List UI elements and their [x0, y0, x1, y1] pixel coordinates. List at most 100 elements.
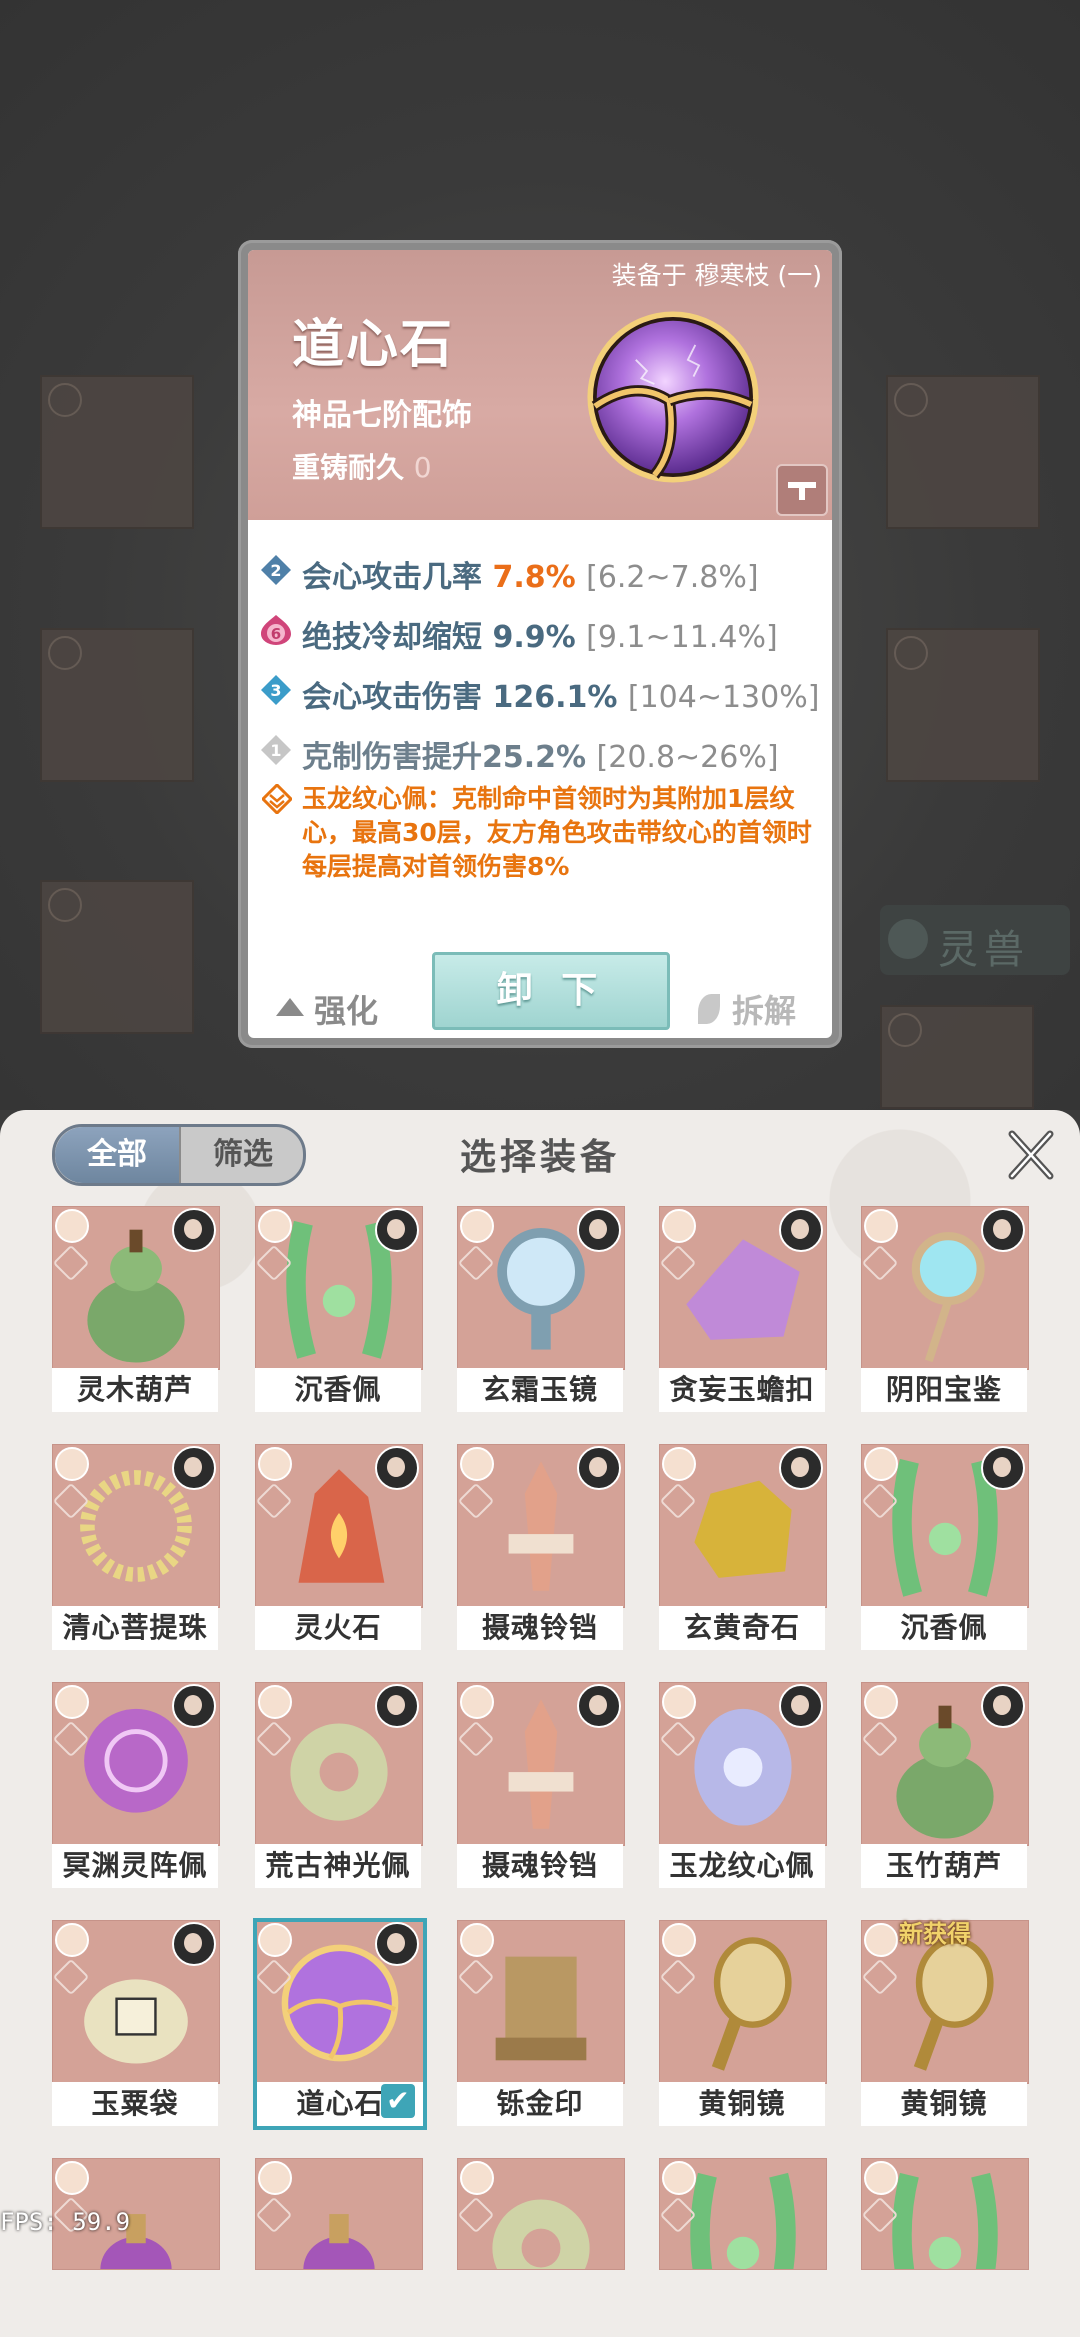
- owner-avatar: [172, 1922, 216, 1966]
- element-icon: [662, 2161, 696, 2195]
- stat-label: 会心攻击伤害: [302, 680, 482, 715]
- equipment-item[interactable]: 清心菩提珠: [52, 1444, 220, 1654]
- element-icon: [460, 1447, 494, 1481]
- lock-button[interactable]: [776, 464, 828, 516]
- spirit-beast-tab[interactable]: 灵兽: [880, 905, 1070, 975]
- equipment-item[interactable]: 冥渊灵阵佩: [52, 1682, 220, 1892]
- equip-slot-beast[interactable]: [880, 1005, 1034, 1109]
- equipment-item[interactable]: [255, 2158, 423, 2270]
- equipment-item-name: 玄霜玉镜: [457, 1368, 623, 1412]
- equipment-item-name: 灵木葫芦: [52, 1368, 218, 1412]
- equipment-item[interactable]: 玄霜玉镜: [457, 1206, 625, 1416]
- element-icon: [460, 1209, 494, 1243]
- element-icon: [662, 1447, 696, 1481]
- upgrade-button[interactable]: 强化: [276, 986, 378, 1032]
- salvage-button[interactable]: 拆解: [698, 986, 796, 1032]
- stat-range: [9.1~11.4%]: [586, 620, 778, 655]
- owner-avatar: [779, 1446, 823, 1490]
- equip-slot-weapon[interactable]: [40, 375, 194, 529]
- stat-value: 25.2%: [482, 740, 587, 775]
- equipment-item-name: 玄黄奇石: [659, 1606, 825, 1650]
- arrow-up-icon: [276, 998, 304, 1016]
- salvage-icon: [698, 994, 720, 1024]
- owner-avatar: [375, 1446, 419, 1490]
- element-icon: [55, 1685, 89, 1719]
- new-acquired-tag: 新获得: [899, 1920, 971, 1948]
- element-icon: [258, 1209, 292, 1243]
- unequip-button[interactable]: 卸 下: [432, 952, 670, 1030]
- equipment-item[interactable]: 玉粟袋: [52, 1920, 220, 2130]
- equipment-item-name: 贪妄玉蟾扣: [659, 1368, 825, 1412]
- beast-tab-label: 灵兽: [938, 927, 1030, 973]
- equipment-item[interactable]: 玉龙纹心佩: [659, 1682, 827, 1892]
- owner-avatar: [577, 1208, 621, 1252]
- stat-rank-badge-icon: 6: [261, 615, 291, 645]
- element-icon: [864, 1923, 898, 1957]
- equipment-item[interactable]: 贪妄玉蟾扣: [659, 1206, 827, 1416]
- stat-range: [6.2~7.8%]: [586, 560, 759, 595]
- equip-slot-armor[interactable]: [40, 628, 194, 782]
- set-bonus-text: 玉龙纹心佩：克制命中首领时为其附加1层纹心，最高30层，友方角色攻击带纹心的首领…: [302, 784, 812, 881]
- equip-slot-accessory-left[interactable]: [40, 880, 194, 1034]
- equipment-item[interactable]: 沉香佩: [861, 1444, 1029, 1654]
- stats-list: 2 会心攻击几率 7.8% [6.2~7.8%] 6 绝技冷却缩短 9.9% [: [260, 540, 830, 780]
- equipment-item-name: 清心菩提珠: [52, 1606, 218, 1650]
- equipment-item[interactable]: 玉竹葫芦: [861, 1682, 1029, 1892]
- element-icon: [55, 1447, 89, 1481]
- owner-avatar: [981, 1208, 1025, 1252]
- equipment-item[interactable]: 道心石 ✔: [253, 1918, 427, 2130]
- equipment-item-name: 冥渊灵阵佩: [52, 1844, 218, 1888]
- equipment-item-name: 黄铜镜: [861, 2082, 1027, 2126]
- stat-value: 9.9%: [492, 620, 576, 655]
- equip-slot-accessory[interactable]: [886, 375, 1040, 529]
- beast-icon: [888, 919, 928, 959]
- owner-avatar: [981, 1684, 1025, 1728]
- equipment-item[interactable]: [659, 2158, 827, 2270]
- svg-text:1: 1: [270, 741, 281, 760]
- element-icon: [864, 1685, 898, 1719]
- equipment-item-name: 荒古神光佩: [255, 1844, 421, 1888]
- stat-value: 126.1%: [492, 680, 618, 715]
- equipment-item[interactable]: [861, 2158, 1029, 2270]
- equipment-select-panel: 全部 筛选 选择装备 灵木葫芦 沉香佩 玄霜玉镜 贪妄玉蟾扣 阴阳宝鉴 清心菩提珠 灵火石摄…: [0, 1110, 1080, 2337]
- stat-value: 7.8%: [492, 560, 576, 595]
- equipment-item-name: 黄铜镜: [659, 2082, 825, 2126]
- item-detail-header: 装备于 穆寒枝 (一) 道心石 神品七阶配饰 重铸耐久 0: [248, 250, 832, 520]
- equipment-item-name: 玉粟袋: [52, 2082, 218, 2126]
- equipment-item[interactable]: 摄魂铃铛: [457, 1444, 625, 1654]
- item-detail-card: 装备于 穆寒枝 (一) 道心石 神品七阶配饰 重铸耐久 0 2 会心攻击几率 7…: [238, 240, 842, 1048]
- element-icon: [460, 1685, 494, 1719]
- equipment-item-name: 沉香佩: [861, 1606, 1027, 1650]
- recast-durability: 重铸耐久 0: [292, 446, 432, 486]
- equipment-item-name: 玉竹葫芦: [861, 1844, 1027, 1888]
- equipment-item[interactable]: 荒古神光佩: [255, 1682, 423, 1892]
- equipment-item[interactable]: 黄铜镜: [659, 1920, 827, 2130]
- equip-slot-treasure[interactable]: [886, 628, 1040, 782]
- owner-avatar: [172, 1684, 216, 1728]
- owner-avatar: [981, 1446, 1025, 1490]
- set-bonus-icon: [262, 784, 292, 814]
- equipment-item[interactable]: 黄铜镜 新获得: [861, 1920, 1029, 2130]
- element-icon: [258, 1447, 292, 1481]
- close-icon[interactable]: [1004, 1128, 1058, 1182]
- equipment-item[interactable]: 灵火石: [255, 1444, 423, 1654]
- equipment-item[interactable]: 沉香佩: [255, 1206, 423, 1416]
- equipment-item[interactable]: [457, 2158, 625, 2270]
- equipment-item[interactable]: 铄金印: [457, 1920, 625, 2130]
- element-icon: [662, 1923, 696, 1957]
- check-icon: ✔: [381, 2084, 415, 2118]
- item-actions: 强化 卸 下 拆解: [248, 940, 832, 1038]
- element-icon: [55, 1209, 89, 1243]
- equipment-item[interactable]: 摄魂铃铛: [457, 1682, 625, 1892]
- svg-text:3: 3: [270, 681, 281, 700]
- item-grade: 神品七阶配饰: [292, 398, 472, 433]
- element-icon: [864, 1209, 898, 1243]
- equipment-item-name: 摄魂铃铛: [457, 1606, 623, 1650]
- equipment-item[interactable]: 灵木葫芦: [52, 1206, 220, 1416]
- equipment-item-name: 摄魂铃铛: [457, 1844, 623, 1888]
- equipment-item[interactable]: 玄黄奇石: [659, 1444, 827, 1654]
- svg-text:2: 2: [270, 561, 281, 580]
- equipment-item[interactable]: 阴阳宝鉴: [861, 1206, 1029, 1416]
- element-icon: [864, 2161, 898, 2195]
- fps-counter: FPS: 59.9: [0, 2208, 131, 2236]
